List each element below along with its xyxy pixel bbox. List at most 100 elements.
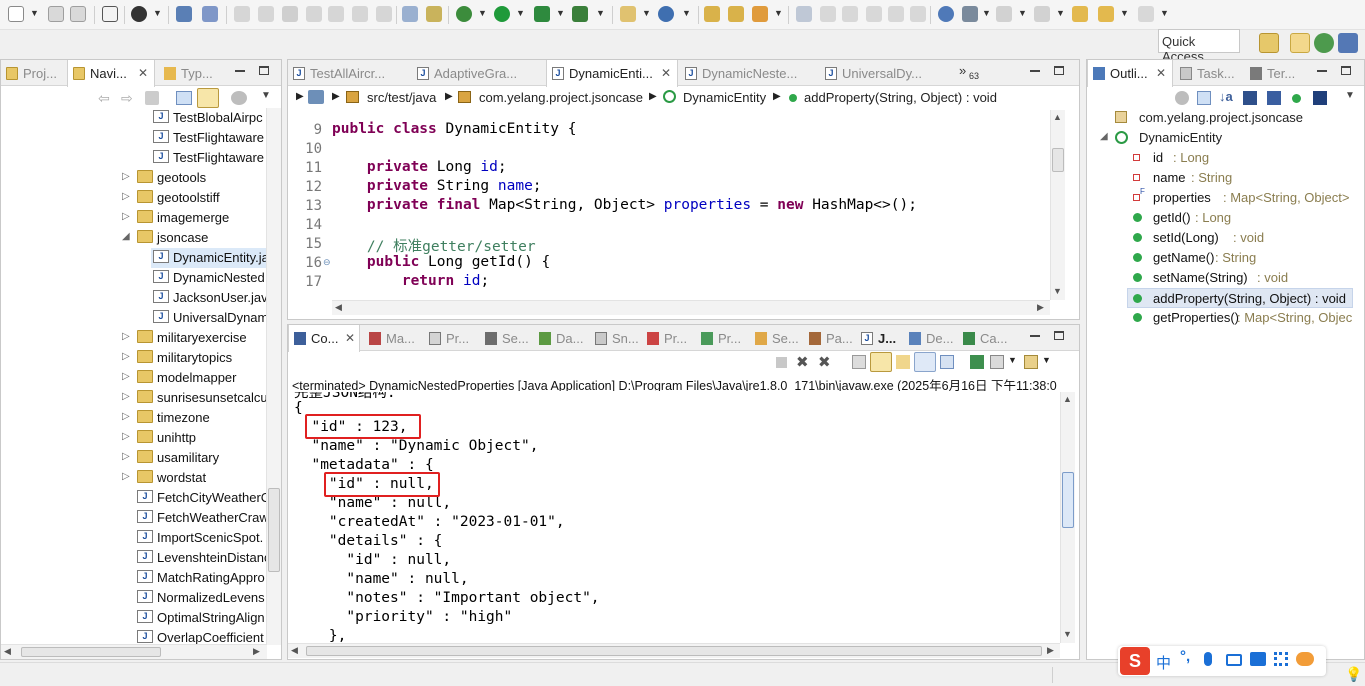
back-dropdown-icon[interactable]: ▼: [1120, 8, 1129, 18]
new-java-package-icon[interactable]: [620, 6, 636, 22]
tab-dynamicentity[interactable]: J DynamicEnti... ✕: [546, 60, 678, 87]
sort-icon[interactable]: ↓a: [1219, 89, 1233, 104]
maximize-icon[interactable]: [1054, 66, 1064, 75]
toggle-word-wrap-icon[interactable]: [866, 6, 882, 22]
breadcrumb-source-folder[interactable]: src/test/java: [367, 90, 436, 105]
ime-mode-toggle[interactable]: 中: [1156, 652, 1171, 673]
tab-snippets[interactable]: Sn...: [590, 325, 642, 351]
debug-perspective-icon[interactable]: [1314, 33, 1334, 53]
sogou-logo-icon[interactable]: S: [1120, 647, 1150, 675]
word-wrap-icon[interactable]: [896, 355, 910, 369]
punctuation-icon[interactable]: °,: [1180, 648, 1190, 665]
java-ee-perspective-icon[interactable]: [1338, 33, 1358, 53]
scroll-thumb[interactable]: [1062, 472, 1074, 528]
new-icon[interactable]: [8, 6, 24, 22]
open-type-icon[interactable]: [704, 6, 720, 22]
toggle-mark-occurrences-icon[interactable]: [796, 6, 812, 22]
keyboard-icon[interactable]: [1226, 654, 1242, 666]
tab-tasks[interactable]: Task...: [1175, 60, 1241, 86]
tab-call-hierarchy[interactable]: Ca...: [958, 325, 1012, 351]
hide-local-types-icon[interactable]: [1313, 91, 1327, 105]
close-icon[interactable]: ✕: [661, 66, 671, 80]
close-icon[interactable]: ✕: [345, 331, 355, 345]
java-perspective-icon[interactable]: [1290, 33, 1310, 53]
search-dropdown-icon[interactable]: ▼: [774, 8, 783, 18]
collapse-all-icon[interactable]: [176, 91, 192, 105]
expand-icon[interactable]: ▷: [122, 411, 130, 422]
more-tabs-icon[interactable]: »: [959, 63, 966, 78]
task-list-icon[interactable]: [402, 6, 418, 22]
tab-project-explorer[interactable]: Proj...: [1, 60, 65, 86]
editor-vertical-scrollbar[interactable]: ▲ ▼: [1050, 110, 1065, 300]
tab-testallaircr[interactable]: J TestAllAircr...: [288, 60, 408, 86]
breadcrumb-package[interactable]: com.yelang.project.jsoncase: [479, 90, 643, 105]
tab-junit[interactable]: J J...: [856, 325, 904, 351]
tab-universaldy[interactable]: J UniversalDy...: [820, 60, 948, 86]
tab-terminal[interactable]: Ter...: [1245, 60, 1301, 86]
expand-icon[interactable]: ▷: [122, 431, 130, 442]
show-console-on-error-icon[interactable]: [940, 355, 954, 369]
tab-debug[interactable]: De...: [904, 325, 958, 351]
forward-dropdown-icon[interactable]: ▼: [1160, 8, 1169, 18]
tab-console[interactable]: Co... ✕: [288, 325, 360, 352]
terminal-icon[interactable]: [176, 6, 192, 22]
remove-all-launches-icon[interactable]: ✖: [818, 353, 831, 371]
new-dropdown-icon[interactable]: ▼: [30, 8, 39, 18]
minimize-icon[interactable]: [235, 70, 245, 72]
minimize-icon[interactable]: [1030, 335, 1040, 337]
minimize-icon[interactable]: [1030, 70, 1040, 72]
collapse-all-outline-icon[interactable]: [1197, 91, 1211, 105]
resume-icon[interactable]: [234, 6, 250, 22]
new-class-dropdown-icon[interactable]: ▼: [682, 8, 691, 18]
tab-data-source[interactable]: Da...: [534, 325, 590, 351]
tab-properties[interactable]: Pr...: [424, 325, 476, 351]
display-selected-console-icon[interactable]: [990, 355, 1004, 369]
close-icon[interactable]: ✕: [138, 66, 148, 80]
project-icon[interactable]: [308, 90, 324, 104]
open-perspective-icon[interactable]: [1259, 33, 1279, 53]
next-annotation-dropdown-icon[interactable]: ▼: [1018, 8, 1027, 18]
clear-console-icon[interactable]: [852, 355, 866, 369]
last-edit-location-icon[interactable]: [1072, 6, 1088, 22]
tab-adaptivegra[interactable]: J AdaptiveGra...: [412, 60, 538, 86]
step-over-icon[interactable]: [352, 6, 368, 22]
minimize-icon[interactable]: [1317, 70, 1327, 72]
expand-icon[interactable]: ▷: [122, 171, 130, 182]
tab-outline[interactable]: Outli... ✕: [1087, 60, 1173, 87]
close-icon[interactable]: ✕: [1156, 66, 1166, 80]
collapse-icon[interactable]: ◢: [122, 231, 130, 242]
quick-access-field[interactable]: Quick Access: [1158, 29, 1240, 64]
open-console-dropdown-icon[interactable]: ▼: [1042, 355, 1051, 365]
tab-servers[interactable]: Se...: [480, 325, 532, 351]
scroll-right-icon[interactable]: ▶: [253, 646, 260, 657]
view-menu-icon[interactable]: ▼: [1345, 90, 1355, 101]
save-icon[interactable]: [48, 6, 64, 22]
open-resource-icon[interactable]: [728, 6, 744, 22]
coverage-dropdown-icon[interactable]: ▼: [556, 8, 565, 18]
debug-dropdown-icon[interactable]: ▼: [478, 8, 487, 18]
terminate-icon[interactable]: [282, 6, 298, 22]
scroll-right-icon[interactable]: ▶: [1047, 645, 1054, 656]
up-icon[interactable]: [145, 91, 159, 105]
scroll-thumb[interactable]: [268, 488, 280, 572]
previous-annotation-dropdown-icon[interactable]: ▼: [1056, 8, 1065, 18]
outline-member-selected[interactable]: addProperty(String, Object) : void: [1127, 288, 1353, 308]
remove-launch-icon[interactable]: ✖: [796, 353, 809, 371]
breadcrumb-method[interactable]: addProperty(String, Object) : void: [804, 90, 997, 105]
scroll-left-icon[interactable]: ◀: [4, 646, 11, 657]
maximize-icon[interactable]: [1341, 66, 1351, 75]
hide-fields-icon[interactable]: [1243, 91, 1257, 105]
debug-icon[interactable]: [456, 6, 472, 22]
binary-icon[interactable]: [102, 6, 118, 22]
expand-icon[interactable]: ▷: [122, 471, 130, 482]
coverage-icon[interactable]: [534, 6, 550, 22]
annotation-dropdown-icon[interactable]: ▼: [982, 8, 991, 18]
tab-navigator[interactable]: Navi... ✕: [67, 60, 155, 87]
navigator-vertical-scrollbar[interactable]: [266, 108, 281, 645]
web-browser-icon[interactable]: [938, 6, 954, 22]
profile-dropdown-icon[interactable]: ▼: [153, 8, 162, 18]
scroll-lock-icon[interactable]: [870, 352, 892, 372]
pin-console-icon[interactable]: [970, 355, 984, 369]
fold-icon[interactable]: ⊖: [323, 257, 331, 268]
scroll-up-icon[interactable]: ▲: [1063, 394, 1072, 404]
